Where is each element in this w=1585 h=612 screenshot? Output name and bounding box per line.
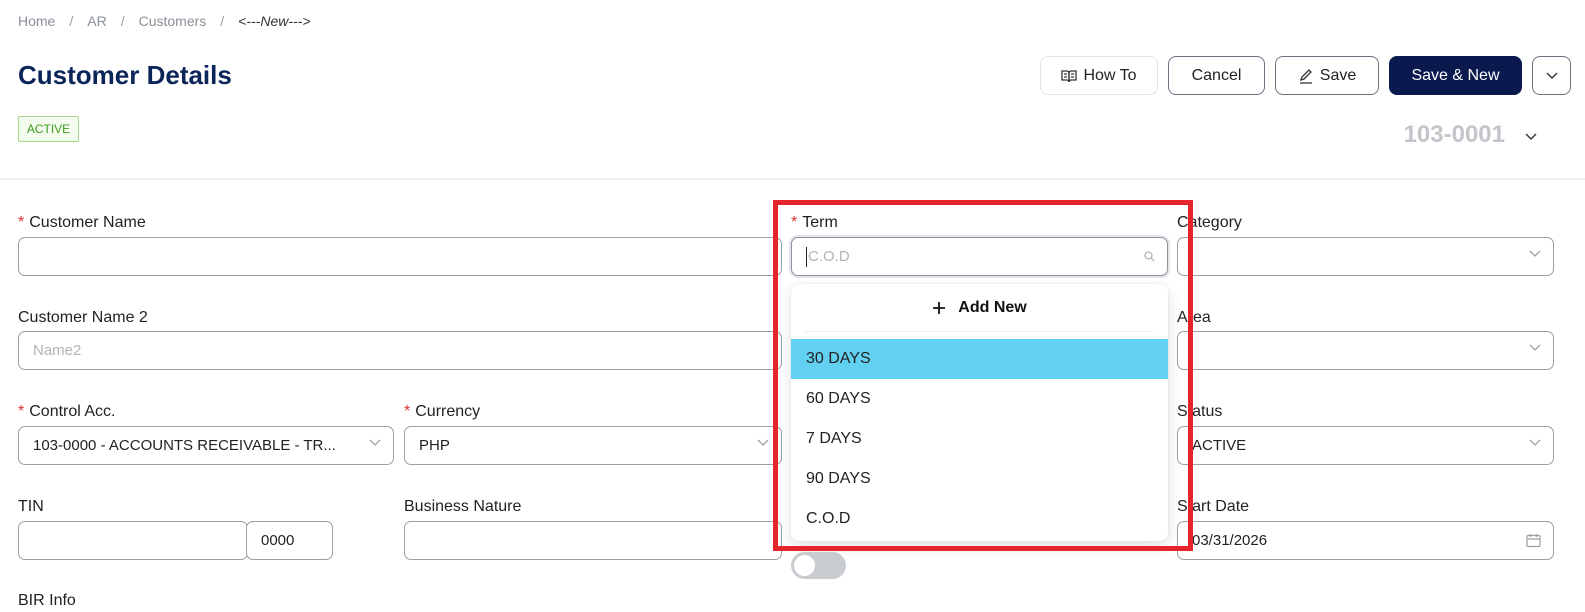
chevron-down-icon [1529,344,1541,352]
term-option[interactable]: C.O.D [791,499,1168,539]
term-option[interactable]: 90 DAYS [791,459,1168,499]
save-and-new-label: Save & New [1411,66,1500,84]
plus-icon [932,301,946,315]
tin-input[interactable] [18,521,248,560]
term-label: * Term [791,214,838,231]
breadcrumb: Home / AR / Customers / <---New---> [18,13,311,29]
toolbar: How To Cancel Save Save & New [1040,56,1571,95]
text-cursor [806,246,807,267]
customer-name-label: * Customer Name [18,214,146,231]
chevron-down-icon [757,439,769,447]
currency-label: * Currency [404,403,481,420]
business-nature-input[interactable] [404,521,782,560]
add-new-option[interactable]: Add New [805,284,1154,332]
term-search-input[interactable]: C.O.D [791,237,1168,276]
breadcrumb-separator: / [220,13,225,29]
book-icon [1061,69,1078,83]
bir-info-label: BIR Info [18,592,76,609]
term-dropdown: Add New 30 DAYS 60 DAYS 7 DAYS 90 DAYS C… [791,284,1168,541]
breadcrumb-current: <---New---> [238,13,311,29]
how-to-label: How To [1083,66,1137,84]
chevron-down-icon [1546,67,1558,85]
chevron-down-icon [369,439,381,447]
tin-label: TIN [18,498,44,515]
control-acc-select[interactable]: 103-0000 - ACCOUNTS RECEIVABLE - TR... [18,426,394,465]
chevron-down-icon [1529,250,1541,258]
start-date-input[interactable]: 03/31/2026 [1177,521,1554,560]
customer-name2-input[interactable]: Name2 [18,331,782,370]
control-acc-label: * Control Acc. [18,403,116,420]
save-button[interactable]: Save [1275,56,1379,95]
header-divider [0,178,1585,180]
calendar-icon[interactable] [1526,533,1541,548]
chevron-down-icon[interactable] [1525,128,1537,146]
term-option[interactable]: 30 DAYS [791,339,1168,379]
category-select[interactable] [1177,237,1554,276]
term-option[interactable]: 7 DAYS [791,419,1168,459]
toggle-switch[interactable] [791,552,846,579]
breadcrumb-ar[interactable]: AR [87,13,106,29]
tin-branch-input[interactable]: 0000 [246,521,333,560]
cancel-button[interactable]: Cancel [1168,56,1265,95]
customer-name-input[interactable] [18,237,782,276]
cancel-label: Cancel [1191,66,1242,84]
status-label: Status [1177,403,1223,420]
category-label: Category [1177,214,1242,231]
chevron-down-icon [1529,439,1541,447]
required-marker: * [404,403,411,420]
toggle-knob [794,555,815,576]
breadcrumb-home[interactable]: Home [18,13,55,29]
start-date-label: Start Date [1177,498,1250,515]
business-nature-label: Business Nature [404,498,522,515]
pencil-icon [1298,68,1314,84]
breadcrumb-separator: / [69,13,74,29]
more-actions-button[interactable] [1532,56,1571,95]
required-marker: * [791,214,798,231]
status-badge: ACTIVE [18,116,79,142]
status-select[interactable]: ACTIVE [1177,426,1554,465]
page-title: Customer Details [18,60,232,90]
term-option[interactable]: 60 DAYS [791,379,1168,419]
search-icon [1144,251,1155,262]
required-marker: * [18,214,25,231]
currency-select[interactable]: PHP [404,426,782,465]
how-to-button[interactable]: How To [1040,56,1158,95]
customer-name2-label: Customer Name 2 [18,309,148,326]
area-select[interactable] [1177,331,1554,370]
document-number: 103-0001 [1403,121,1505,148]
save-and-new-button[interactable]: Save & New [1389,56,1522,95]
save-label: Save [1319,66,1357,84]
breadcrumb-customers[interactable]: Customers [139,13,207,29]
area-label: Area [1177,309,1211,326]
required-marker: * [18,403,25,420]
breadcrumb-separator: / [120,13,125,29]
